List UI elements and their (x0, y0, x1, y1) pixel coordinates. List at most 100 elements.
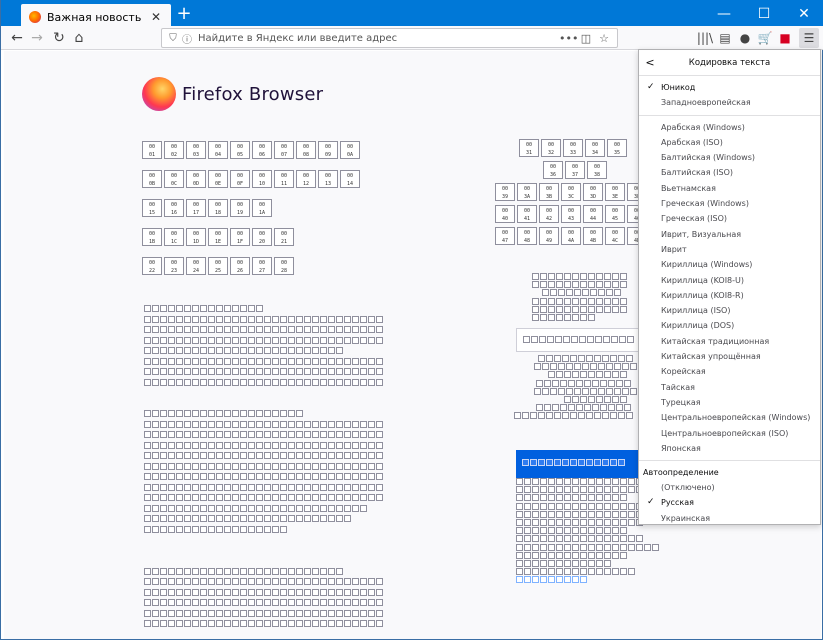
glyph-stub (555, 336, 562, 343)
garbled-text-line (514, 412, 634, 420)
glyph-stub (602, 459, 609, 466)
glyph-box: 00 3A (517, 183, 537, 201)
firefox-favicon-icon (29, 11, 41, 23)
glyph-box: 00 4C (605, 227, 625, 245)
garbled-text-line (144, 494, 384, 502)
glyph-box: 00 1B (142, 228, 162, 246)
glyph-box: 00 34 (585, 139, 605, 157)
forward-button[interactable]: → (27, 28, 47, 48)
encoding-item[interactable]: ✓ Юникод (639, 80, 820, 95)
encoding-item[interactable]: Центральноевропейская (ISO) (639, 426, 820, 441)
garbled-text-line (144, 504, 368, 513)
encoding-item[interactable]: Балтийская (Windows) (639, 150, 820, 165)
glyph-box: 00 3D (583, 183, 603, 201)
info-icon[interactable]: ⓘ (180, 31, 194, 46)
garbled-text-line (144, 357, 384, 366)
shield-icon[interactable]: ⛉ (166, 33, 180, 44)
garbled-text-line (144, 525, 288, 534)
sidebar-icon[interactable]: ▤ (715, 28, 735, 48)
encoding-item[interactable]: Иврит, Визуальная (639, 227, 820, 242)
garbled-text-line (532, 273, 628, 281)
library-icon[interactable]: |||\ (695, 28, 715, 48)
encoding-item[interactable]: ✓ Русская (639, 495, 820, 510)
encoding-item[interactable]: Кириллица (KOI8-R) (639, 288, 820, 303)
glyph-box: 00 08 (296, 141, 316, 159)
glyph-stub (594, 459, 601, 466)
encoding-item-label: Греческая (ISO) (661, 214, 727, 224)
glyph-box: 00 3E (605, 183, 625, 201)
encoding-item[interactable]: Иврит (639, 242, 820, 257)
encoding-item[interactable]: Китайская упрощённая (639, 349, 820, 364)
encoding-item[interactable]: Кириллица (ISO) (639, 303, 820, 318)
panel-back-icon[interactable]: < (639, 56, 661, 69)
url-input[interactable] (198, 32, 559, 44)
garbled-text-line (144, 567, 344, 576)
glyph-row: 00 0B00 0C00 0D00 0E00 0F00 1000 1100 12… (142, 170, 362, 189)
encoding-item[interactable]: Греческая (ISO) (639, 211, 820, 226)
glyph-stub (539, 336, 546, 343)
glyph-box: 00 47 (495, 227, 515, 245)
encoding-item[interactable]: (Отключено) (639, 480, 820, 495)
glyph-box: 00 0A (340, 141, 360, 159)
glyph-row: 00 3600 3700 38 (543, 161, 609, 180)
encoding-item[interactable]: Украинская (639, 511, 820, 526)
encoding-item[interactable]: Турецкая (639, 395, 820, 410)
garbled-text-line (144, 315, 384, 324)
encoding-item-label: Кириллица (DOS) (661, 321, 735, 331)
extension-flag-icon[interactable]: ■ (775, 28, 795, 48)
glyph-stub (603, 336, 610, 343)
tab-close-icon[interactable]: ✕ (149, 10, 163, 24)
glyph-box: 00 27 (252, 257, 272, 275)
garbled-text-line (144, 326, 384, 334)
glyph-box: 00 10 (252, 170, 272, 188)
garbled-text-line (516, 519, 644, 527)
glyph-stub (595, 336, 602, 343)
garbled-text-line (144, 441, 384, 450)
encoding-item[interactable]: Арабская (ISO) (639, 135, 820, 150)
bookmark-star-icon[interactable]: ☆ (595, 32, 613, 45)
encoding-item[interactable]: Греческая (Windows) (639, 196, 820, 211)
encoding-item[interactable]: Арабская (Windows) (639, 120, 820, 135)
account-icon[interactable]: ● (735, 28, 755, 48)
encoding-item[interactable]: Центральноевропейская (Windows) (639, 410, 820, 425)
pocket-icon[interactable]: ◫ (577, 32, 595, 45)
encoding-item[interactable]: Балтийская (ISO) (639, 165, 820, 180)
garbled-text-line (144, 452, 384, 460)
cart-icon[interactable]: 🛒 (755, 28, 775, 48)
encoding-item-label: Иврит (661, 244, 687, 254)
glyph-row: 00 2200 2300 2400 2500 2600 2700 28 (142, 257, 296, 276)
encoding-item[interactable]: Тайская (639, 380, 820, 395)
encoding-item-label: Юникод (661, 83, 696, 92)
menu-icon[interactable]: ☰ (799, 28, 819, 48)
garbled-text-line (144, 599, 384, 607)
glyph-row: 00 1B00 1C00 1D00 1E00 1F00 2000 21 (142, 228, 296, 247)
garbled-text-line (144, 305, 264, 313)
home-button[interactable]: ⌂ (69, 28, 89, 48)
back-button[interactable]: ← (7, 28, 27, 48)
encoding-item[interactable]: Западноевропейская (639, 95, 820, 110)
glyph-box: 00 02 (164, 141, 184, 159)
page-actions-icon[interactable]: ••• (559, 32, 578, 45)
glyph-stub (563, 336, 570, 343)
glyph-box: 00 3B (539, 183, 559, 201)
encoding-item[interactable]: Кириллица (KOI8-U) (639, 273, 820, 288)
garbled-text-line (144, 378, 384, 387)
glyph-box: 00 13 (318, 170, 338, 188)
garbled-blue-button[interactable] (516, 450, 642, 478)
encoding-item[interactable]: Кириллица (Windows) (639, 257, 820, 272)
encoding-item[interactable]: Корейская (639, 364, 820, 379)
new-tab-button[interactable]: + (173, 4, 195, 26)
url-bar[interactable]: ⛉ ⓘ ••• ◫ ☆ (161, 28, 618, 48)
encoding-item[interactable]: Кириллица (DOS) (639, 318, 820, 333)
garbled-input-box[interactable] (516, 328, 642, 352)
reload-button[interactable]: ↻ (49, 28, 69, 48)
encoding-item[interactable]: Китайская традиционная (639, 334, 820, 349)
glyph-box: 00 12 (296, 170, 316, 188)
encoding-item[interactable]: Вьетнамская (639, 181, 820, 196)
garbled-text-line (516, 560, 612, 568)
panel-separator (639, 460, 820, 462)
glyph-box: 00 25 (208, 257, 228, 275)
encoding-item-label: Иврит, Визуальная (661, 229, 742, 239)
encoding-item[interactable]: Японская (639, 441, 820, 456)
garbled-text-line (144, 336, 384, 345)
